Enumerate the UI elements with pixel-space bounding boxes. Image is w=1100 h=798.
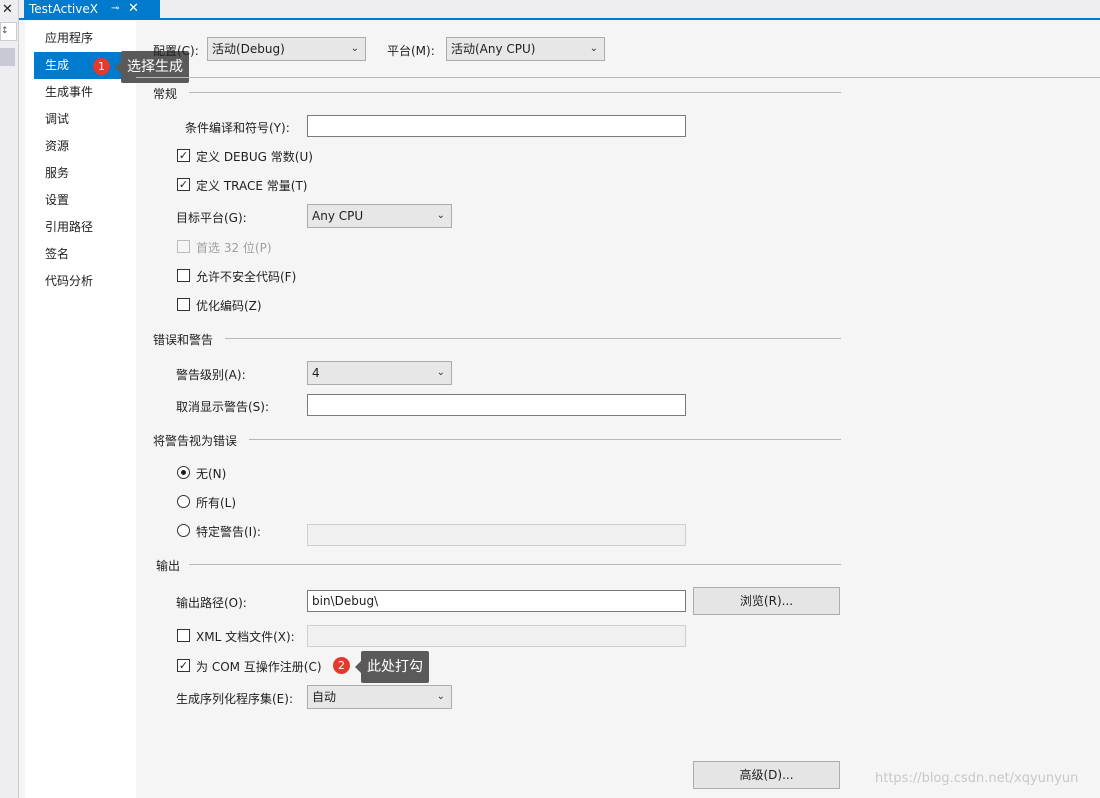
specific-label: 特定警告(I): — [196, 525, 261, 539]
warning-level-dropdown[interactable]: 4 ⌄ — [307, 361, 452, 385]
chevron-down-icon: ⌄ — [436, 691, 445, 702]
config-value: 活动(Debug) — [212, 42, 285, 56]
target-value: Any CPU — [312, 209, 364, 223]
property-nav: 应用程序 生成 生成事件 调试 资源 服务 设置 引用路径 签名 代码分析 — [25, 21, 136, 798]
combo-arrow-icon: ↕ — [1, 26, 9, 36]
config-dropdown[interactable]: 活动(Debug) ⌄ — [207, 37, 366, 61]
prefer32-checkbox — [177, 240, 190, 253]
platform-label: 平台(M): — [387, 44, 435, 58]
section-errors-title: 错误和警告 — [153, 333, 214, 347]
tab-testactivex[interactable]: TestActiveX ⊸ ✕ — [24, 0, 160, 20]
left-tool-strip: ✕ ↕ — [0, 0, 19, 798]
platform-dropdown[interactable]: 活动(Any CPU) ⌄ — [446, 37, 605, 61]
nav-item-settings[interactable]: 设置 — [34, 187, 128, 214]
selected-strip-item[interactable] — [0, 48, 15, 66]
chevron-down-icon: ⌄ — [350, 43, 359, 54]
serialization-dropdown[interactable]: 自动 ⌄ — [307, 685, 452, 709]
prefer32-label: 首选 32 位(P) — [196, 241, 272, 255]
xml-doc-label: XML 文档文件(X): — [196, 630, 295, 644]
none-label: 无(N) — [196, 467, 227, 481]
specific-warnings-input — [307, 524, 686, 546]
chevron-down-icon: ⌄ — [436, 210, 445, 221]
tab-title: TestActiveX — [29, 2, 98, 16]
xml-doc-input — [307, 625, 686, 647]
target-label: 目标平台(G): — [176, 211, 247, 225]
callout-tip-2: 此处打勾 — [355, 651, 429, 683]
suppress-input[interactable] — [307, 394, 686, 416]
debug-checkbox[interactable]: ✓ — [177, 149, 190, 162]
header-divider — [136, 77, 1100, 78]
document-tab-bar: TestActiveX ⊸ ✕ — [19, 0, 1100, 20]
section-treat-title: 将警告视为错误 — [153, 434, 238, 448]
all-radio[interactable] — [177, 495, 190, 508]
pin-icon[interactable]: ⊸ — [111, 3, 119, 14]
unsafe-label: 允许不安全代码(F) — [196, 270, 297, 284]
close-icon[interactable]: ✕ — [2, 2, 13, 17]
config-label: 配置(C): — [153, 44, 199, 58]
specific-radio[interactable] — [177, 524, 190, 537]
nav-item-signing[interactable]: 签名 — [34, 241, 128, 268]
callout-badge-1: 1 — [93, 58, 110, 75]
warning-level-label: 警告级别(A): — [176, 368, 246, 382]
optimize-label: 优化编码(Z) — [196, 299, 262, 313]
close-tab-icon[interactable]: ✕ — [128, 1, 139, 16]
chevron-down-icon: ⌄ — [436, 367, 445, 378]
com-register-label: 为 COM 互操作注册(C) — [196, 660, 322, 674]
trace-checkbox[interactable]: ✓ — [177, 178, 190, 191]
nav-item-application[interactable]: 应用程序 — [34, 25, 128, 52]
section-general-title: 常规 — [153, 87, 178, 101]
section-general-divider — [189, 92, 841, 93]
section-output-title: 输出 — [156, 559, 181, 573]
serialization-value: 自动 — [312, 690, 337, 704]
none-radio[interactable] — [177, 466, 190, 479]
advanced-button[interactable]: 高级(D)... — [693, 761, 840, 789]
xml-doc-checkbox[interactable] — [177, 629, 190, 642]
symbols-input[interactable] — [307, 115, 686, 137]
suppress-label: 取消显示警告(S): — [176, 400, 270, 414]
section-errors-divider — [225, 338, 841, 339]
optimize-checkbox[interactable] — [177, 298, 190, 311]
nav-item-debug[interactable]: 调试 — [34, 106, 128, 133]
section-treat-divider — [249, 439, 841, 440]
nav-item-build[interactable]: 生成 — [34, 52, 128, 79]
output-path-input[interactable]: bin\Debug\ — [307, 590, 686, 612]
callout-badge-2: 2 — [333, 657, 350, 674]
nav-item-build-events[interactable]: 生成事件 — [34, 79, 128, 106]
debug-label: 定义 DEBUG 常数(U) — [196, 150, 313, 164]
unsafe-checkbox[interactable] — [177, 269, 190, 282]
section-output-divider — [189, 564, 841, 565]
toolbar-combo[interactable]: ↕ — [0, 22, 17, 41]
watermark: https://blog.csdn.net/xqyunyun — [875, 771, 1079, 786]
browse-button[interactable]: 浏览(R)... — [693, 587, 840, 615]
serialization-label: 生成序列化程序集(E): — [176, 692, 293, 706]
output-path-label: 输出路径(O): — [176, 596, 247, 610]
nav-item-resources[interactable]: 资源 — [34, 133, 128, 160]
all-label: 所有(L) — [196, 496, 237, 510]
nav-item-services[interactable]: 服务 — [34, 160, 128, 187]
warning-level-value: 4 — [312, 366, 320, 380]
symbols-label: 条件编译和符号(Y): — [185, 121, 290, 135]
platform-value: 活动(Any CPU) — [451, 42, 536, 56]
nav-item-code-analysis[interactable]: 代码分析 — [34, 268, 128, 295]
chevron-down-icon: ⌄ — [589, 43, 598, 54]
com-register-checkbox[interactable]: ✓ — [177, 659, 190, 672]
target-dropdown[interactable]: Any CPU ⌄ — [307, 204, 452, 228]
trace-label: 定义 TRACE 常量(T) — [196, 179, 308, 193]
nav-item-reference-paths[interactable]: 引用路径 — [34, 214, 128, 241]
